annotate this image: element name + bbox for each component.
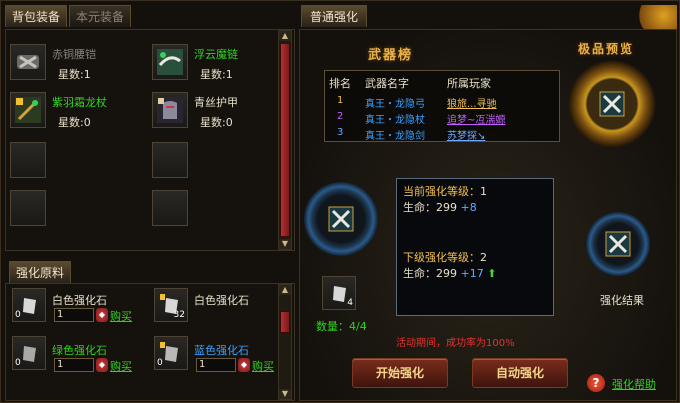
quantity-label: 数量：4/4 [316, 320, 367, 333]
corner-ornament-icon [633, 5, 677, 31]
auto-enhance-button[interactable]: 自动强化 [472, 358, 568, 388]
bag-item-stars-2: 星数:1 [200, 68, 233, 81]
best-preview-medallion-icon[interactable] [562, 54, 662, 154]
buy-link-4[interactable]: 购买 [252, 358, 274, 374]
buy-link-3[interactable]: 购买 [110, 358, 132, 374]
right-panel: 普通强化 武器榜 排名 武器名字 所属玩家 1 真王・龙隐弓 狼旅...寻驰 2… [299, 5, 677, 401]
quantity-stepper-icon[interactable]: ◆ [96, 358, 108, 372]
equip-slot-ring[interactable] [304, 182, 378, 256]
window-frame: 背包装备 本元装备 赤铜腰铠 星数:1 浮云魔链 星数:1 紫羽霜龙杖 星数:0… [0, 0, 680, 403]
help-icon[interactable]: ? [587, 374, 605, 392]
bag-slot-1[interactable] [10, 44, 46, 80]
material-slot-3[interactable]: 0 [12, 336, 46, 370]
material-count-4: 0 [157, 358, 163, 368]
scroll-up-icon[interactable]: ▲ [279, 31, 291, 41]
material-input-slot[interactable]: 4 [322, 276, 356, 310]
equipment-tabbar: 背包装备 本元装备 [5, 5, 132, 27]
bag-slot-4[interactable] [152, 92, 188, 128]
material-qty-input-3[interactable]: 1 [54, 358, 94, 372]
bag-item-stars-1: 星数:1 [58, 68, 91, 81]
tab-bag-equipment[interactable]: 背包装备 [5, 5, 68, 27]
material-qty-input-1[interactable]: 1 [54, 308, 94, 322]
material-name-2: 白色强化石 [194, 294, 249, 307]
left-panel: 背包装备 本元装备 赤铜腰铠 星数:1 浮云魔链 星数:1 紫羽霜龙杖 星数:0… [5, 5, 295, 401]
bag-item-name-2: 浮云魔链 [194, 48, 238, 61]
bag-slot-3[interactable] [10, 92, 46, 128]
next-level-row: 下级强化等级：2 [403, 251, 487, 264]
next-hp-row: 生命：299 +17 ⬆ [403, 267, 497, 280]
enhance-info-box: 当前强化等级：1 生命：299 +8 下级强化等级：2 生命：299 +17 ⬆ [396, 178, 554, 316]
ranking-weapon-3: 真王・龙隐剑 [365, 131, 425, 142]
material-count-1: 0 [15, 310, 21, 320]
scroll-up-icon[interactable]: ▲ [279, 285, 291, 295]
scroll-thumb[interactable] [280, 43, 290, 237]
current-level-row: 当前强化等级：1 [403, 185, 487, 198]
current-hp-row: 生命：299 +8 [403, 201, 477, 214]
bag-slot-empty[interactable] [152, 190, 188, 226]
ranking-player-1[interactable]: 狼旅...寻驰 [447, 95, 497, 110]
bag-slot-empty[interactable] [10, 142, 46, 178]
material-input-count: 4 [347, 298, 353, 308]
bag-item-name-1: 赤铜腰铠 [52, 48, 96, 61]
ranking-header-player: 所属玩家 [447, 77, 491, 90]
scroll-down-icon[interactable]: ▼ [279, 239, 291, 249]
scroll-thumb[interactable] [280, 311, 290, 333]
bag-item-name-3: 紫羽霜龙杖 [52, 96, 107, 109]
tab-normal-enhance[interactable]: 普通强化 [301, 5, 368, 27]
ranking-weapon-2: 真王・龙隐杖 [365, 115, 425, 126]
ranking-rank-3: 3 [337, 127, 344, 138]
material-slot-2[interactable]: 32 [154, 288, 188, 322]
ranking-header-weapon: 武器名字 [365, 77, 409, 90]
material-slot-4[interactable]: 0 [154, 336, 188, 370]
materials-grid: 0 白色强化石 1 ◆ 购买 32 白色强化石 0 绿色强化石 1 ◆ 购买 0… [5, 283, 295, 401]
bag-slot-2[interactable] [152, 44, 188, 80]
up-arrow-icon: ⬆ [487, 267, 497, 280]
buy-link-1[interactable]: 购买 [110, 308, 132, 324]
necklace-icon [156, 48, 184, 76]
material-count-2: 32 [173, 310, 185, 320]
tab-native-equipment[interactable]: 本元装备 [69, 5, 132, 27]
ranking-rank-1: 1 [337, 95, 344, 106]
enhance-panel: 武器榜 排名 武器名字 所属玩家 1 真王・龙隐弓 狼旅...寻驰 2 真王・龙… [299, 29, 677, 401]
tab-materials[interactable]: 强化原料 [9, 261, 72, 283]
bag-item-stars-4: 星数:0 [200, 116, 233, 129]
ranking-rank-2: 2 [337, 111, 344, 122]
belt-armor-icon [14, 48, 42, 76]
material-name-4: 蓝色强化石 [194, 344, 249, 357]
bag-scrollbar[interactable]: ▲ ▼ [278, 30, 292, 250]
result-label: 强化结果 [600, 294, 644, 307]
ranking-player-3[interactable]: 苏梦探↘ [447, 127, 485, 142]
material-name-3: 绿色强化石 [52, 344, 107, 357]
help-link[interactable]: 强化帮助 [612, 376, 656, 392]
material-qty-input-4[interactable]: 1 [196, 358, 236, 372]
bag-slot-empty[interactable] [152, 142, 188, 178]
scroll-down-icon[interactable]: ▼ [279, 389, 291, 399]
quantity-stepper-icon[interactable]: ◆ [96, 308, 108, 322]
material-name-1: 白色强化石 [52, 294, 107, 307]
bag-item-stars-3: 星数:0 [58, 116, 91, 129]
weapon-ranking-title: 武器榜 [368, 48, 414, 63]
ranking-player-2[interactable]: 追梦~冱湍嫄 [447, 111, 505, 126]
armor-icon [156, 96, 184, 124]
material-slot-1[interactable]: 0 [12, 288, 46, 322]
quantity-stepper-icon[interactable]: ◆ [238, 358, 250, 372]
event-notice: 活动期间，成功率为100% [396, 338, 515, 349]
bag-grid: 赤铜腰铠 星数:1 浮云魔链 星数:1 紫羽霜龙杖 星数:0 青丝护甲 星数:0… [5, 29, 295, 251]
result-slot-ring [586, 212, 650, 276]
ranking-header-rank: 排名 [329, 77, 351, 90]
materials-scrollbar[interactable]: ▲ ▼ [278, 284, 292, 400]
weapon-ranking-table: 排名 武器名字 所属玩家 1 真王・龙隐弓 狼旅...寻驰 2 真王・龙隐杖 追… [324, 70, 560, 142]
start-enhance-button[interactable]: 开始强化 [352, 358, 448, 388]
material-count-3: 0 [15, 358, 21, 368]
staff-icon [14, 96, 42, 124]
bag-item-name-4: 青丝护甲 [194, 96, 238, 109]
bag-slot-empty[interactable] [10, 190, 46, 226]
ranking-weapon-1: 真王・龙隐弓 [365, 99, 425, 110]
